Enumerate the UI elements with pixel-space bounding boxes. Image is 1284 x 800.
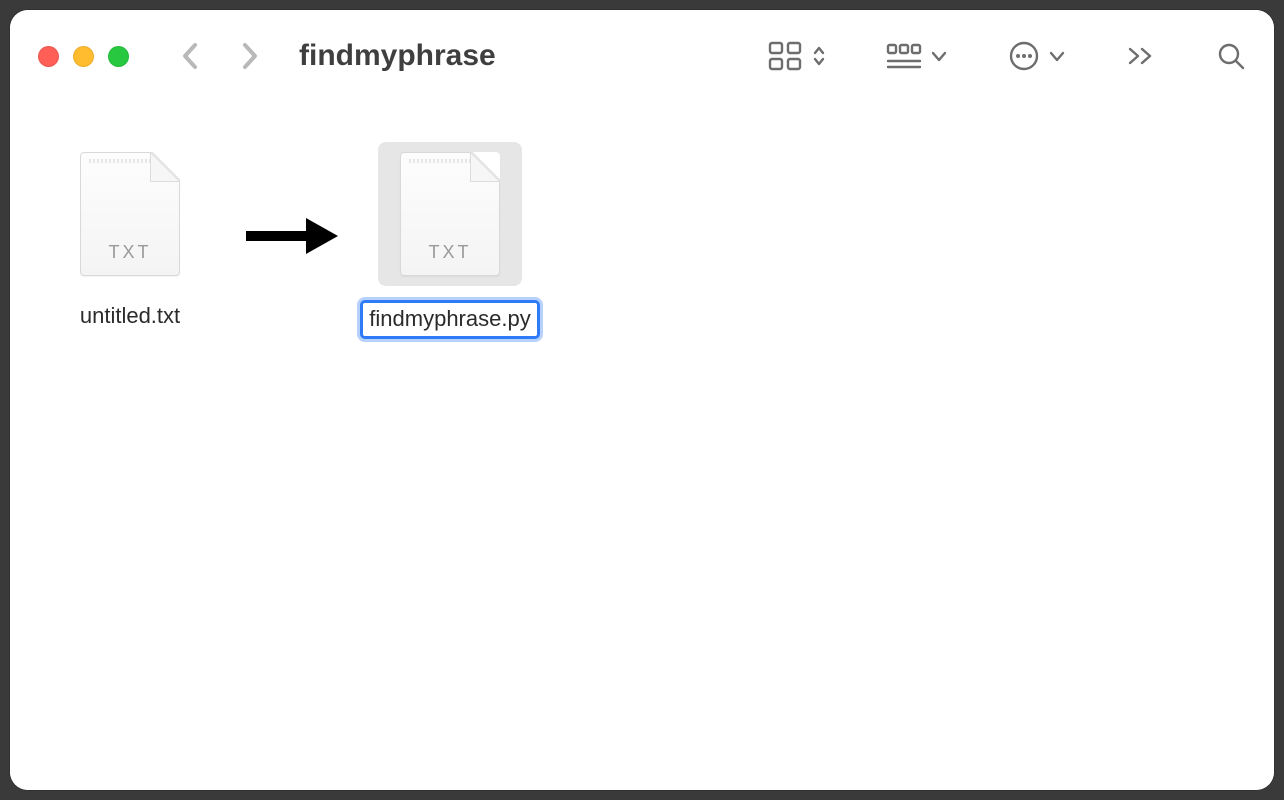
- forward-button[interactable]: [235, 42, 263, 70]
- chevron-down-icon: [1048, 49, 1066, 63]
- view-switcher[interactable]: [768, 41, 826, 71]
- overflow-button[interactable]: [1126, 46, 1156, 66]
- more-circle-icon: [1008, 40, 1040, 72]
- double-chevron-right-icon: [1126, 46, 1156, 66]
- file-grid[interactable]: TXT untitled.txt TXT findmyphrase.py: [10, 102, 1274, 790]
- file-name-edit-field[interactable]: findmyphrase.py: [360, 300, 539, 339]
- window-title: findmyphrase: [299, 39, 750, 73]
- file-item-selected[interactable]: TXT findmyphrase.py: [360, 142, 540, 339]
- group-icon: [886, 41, 922, 71]
- chevron-down-icon: [930, 49, 948, 63]
- toolbar: findmyphrase: [10, 10, 1274, 102]
- finder-window: findmyphrase: [10, 10, 1274, 790]
- search-icon: [1216, 41, 1246, 71]
- txt-file-icon: TXT: [80, 152, 180, 276]
- window-controls: [38, 46, 129, 67]
- search-button[interactable]: [1216, 41, 1246, 71]
- toolbar-right: [768, 40, 1246, 72]
- file-item[interactable]: TXT untitled.txt: [40, 142, 220, 333]
- grid-icon: [768, 41, 804, 71]
- group-menu[interactable]: [886, 41, 948, 71]
- arrow-right-icon: [240, 212, 340, 260]
- file-name-label[interactable]: untitled.txt: [74, 300, 186, 333]
- zoom-window-button[interactable]: [108, 46, 129, 67]
- minimize-window-button[interactable]: [73, 46, 94, 67]
- up-down-chevron-icon: [812, 44, 826, 68]
- file-icon: TXT: [58, 142, 202, 286]
- file-ext-label: TXT: [429, 242, 472, 263]
- action-menu[interactable]: [1008, 40, 1066, 72]
- file-icon: TXT: [378, 142, 522, 286]
- nav-arrows: [177, 42, 263, 70]
- back-button[interactable]: [177, 42, 205, 70]
- close-window-button[interactable]: [38, 46, 59, 67]
- file-ext-label: TXT: [109, 242, 152, 263]
- rename-arrow-annotation: [240, 212, 340, 265]
- txt-file-icon: TXT: [400, 152, 500, 276]
